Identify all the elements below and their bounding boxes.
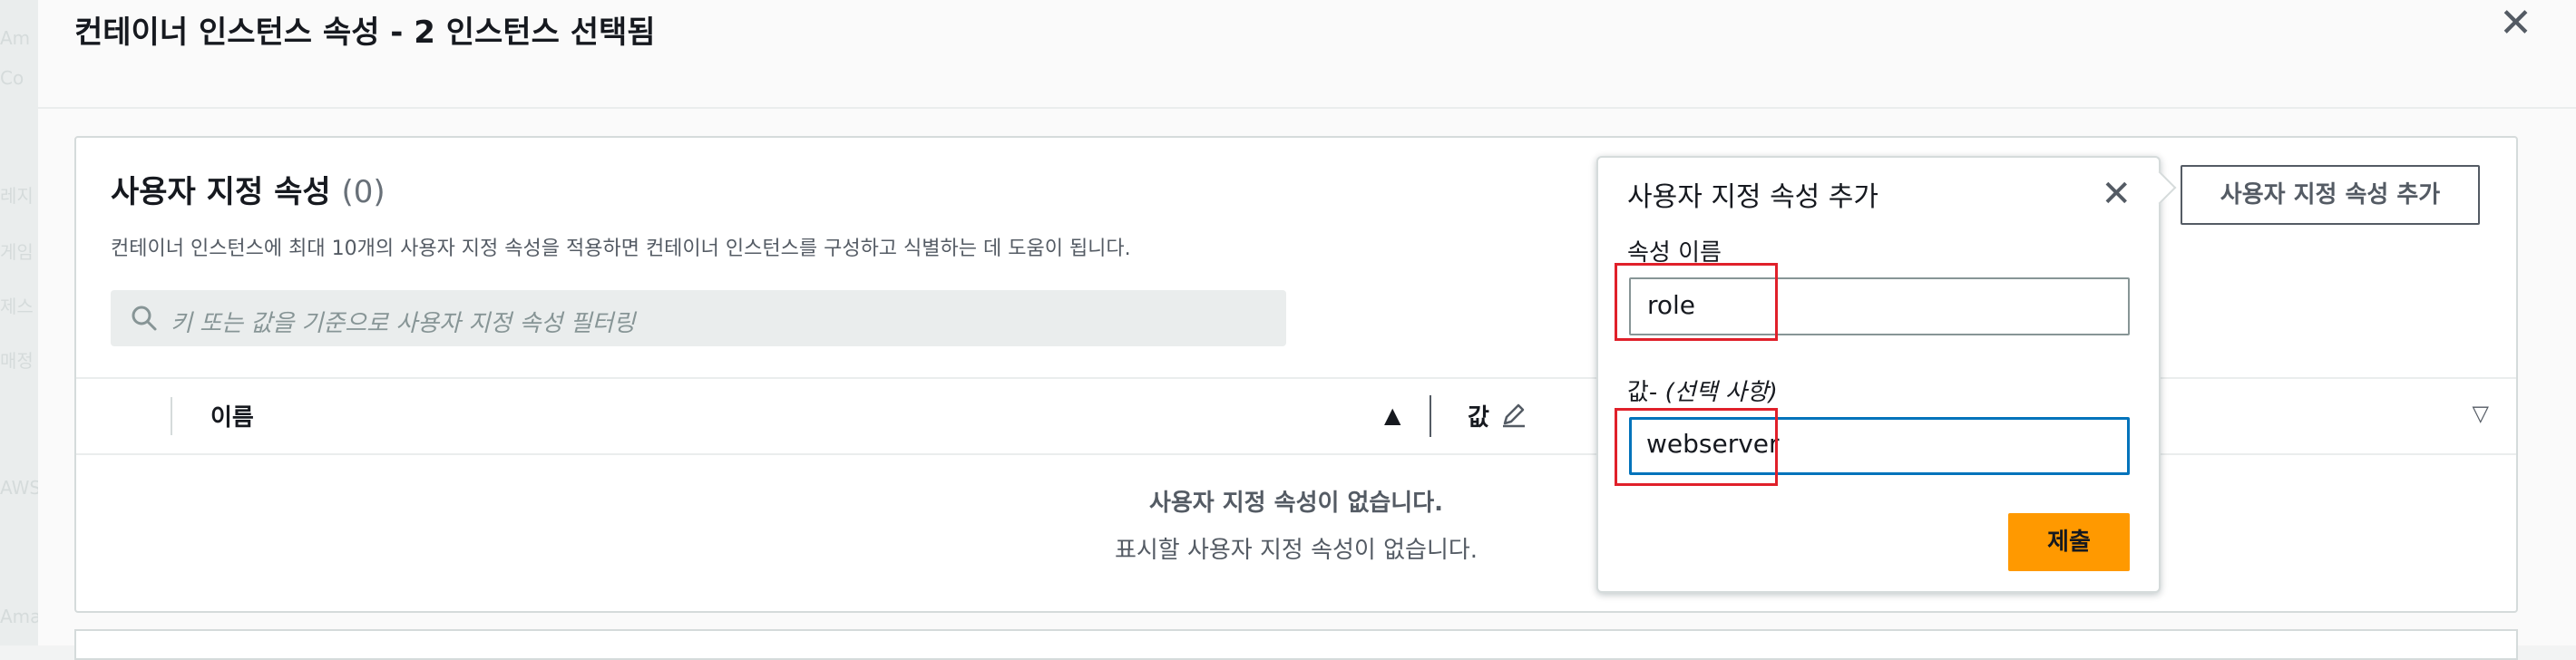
close-icon[interactable]: ✕ [2499, 4, 2532, 44]
background-text: 레지 [0, 185, 34, 207]
highlight-box [1615, 408, 1778, 486]
next-panel-edge [74, 629, 2518, 660]
attribute-value-label-text: 값- [1627, 379, 1658, 406]
background-console: Am Co 레지 게임 제스 매정 AWS Ama [0, 0, 42, 645]
sort-ascending-icon[interactable]: ▲ [1384, 403, 1400, 428]
pencil-icon [1503, 403, 1525, 428]
attribute-value-label: 값- (선택 사항) [1627, 374, 1778, 407]
add-attribute-popover: 사용자 지정 속성 추가 ✕ 속성 이름 role 값- (선택 사항) web… [1596, 156, 2177, 593]
panel-description: 컨테이너 인스턴스에 최대 10개의 사용자 지정 속성을 적용하면 컨테이너 … [111, 238, 1131, 260]
background-text: Co [0, 67, 24, 89]
panel-title-text: 사용자 지정 속성 [111, 174, 331, 210]
filter-input[interactable]: 키 또는 값을 기준으로 사용자 지정 속성 필터링 [111, 290, 1286, 346]
filter-placeholder: 키 또는 값을 기준으로 사용자 지정 속성 필터링 [171, 310, 636, 337]
panel-title: 사용자 지정 속성 (0) [111, 172, 385, 212]
sort-descending-icon[interactable]: ▽ [2473, 401, 2489, 426]
modal-header: 컨테이너 인스턴스 속성 - 2 인스턴스 선택됨 ✕ [38, 0, 2576, 109]
column-resize-handle[interactable] [1429, 395, 1431, 437]
highlight-box [1615, 263, 1778, 341]
search-icon [132, 306, 157, 331]
background-text: 제스 [0, 296, 34, 317]
column-divider [171, 397, 172, 435]
popover-title: 사용자 지정 속성 추가 [1627, 181, 1879, 213]
add-attribute-button[interactable]: 사용자 지정 속성 추가 [2181, 165, 2480, 225]
submit-button[interactable]: 제출 [2008, 513, 2130, 571]
optional-hint: (선택 사항) [1664, 379, 1778, 406]
modal-title: 컨테이너 인스턴스 속성 - 2 인스턴스 선택됨 [74, 15, 656, 51]
background-text: Ama [0, 606, 42, 627]
column-header-value[interactable]: 값 [1468, 399, 1489, 432]
background-text: 게임 [0, 241, 34, 263]
column-header-name[interactable]: 이름 [210, 399, 254, 432]
background-text: 매정 [0, 350, 34, 372]
background-text: AWS [0, 477, 42, 499]
background-text: Am [0, 27, 31, 49]
close-icon[interactable]: ✕ [2101, 176, 2132, 212]
attributes-modal: 컨테이너 인스턴스 속성 - 2 인스턴스 선택됨 ✕ 사용자 지정 속성 (0… [38, 0, 2576, 660]
attribute-count: (0) [341, 174, 385, 210]
